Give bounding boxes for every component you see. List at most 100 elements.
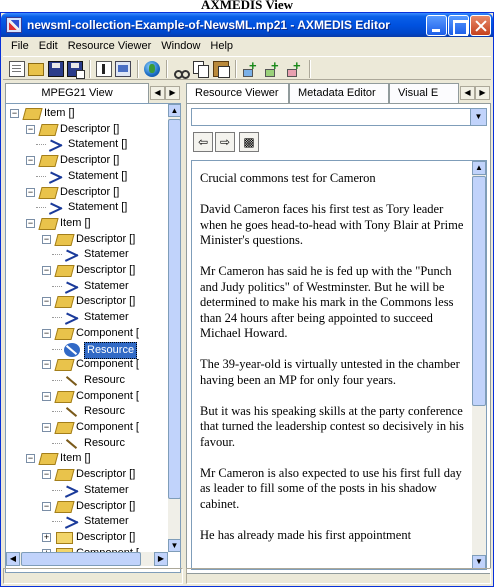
copy-icon[interactable]: [193, 61, 209, 78]
maximize-icon[interactable]: [448, 15, 469, 36]
tree-node[interactable]: − Descriptor []: [6, 153, 168, 169]
add-descriptor-icon[interactable]: [265, 58, 281, 77]
menu-file[interactable]: File: [3, 38, 34, 56]
app-icon[interactable]: [6, 17, 22, 33]
document-vertical-scrollbar[interactable]: ▲ ▼: [472, 161, 486, 569]
tree-node-label: Statement []: [68, 138, 128, 151]
chevron-down-icon[interactable]: ▼: [470, 109, 486, 125]
tree-horizontal-scrollbar[interactable]: ◀ ▶: [6, 552, 168, 566]
tab-mpeg21-view[interactable]: MPEG21 View: [5, 83, 149, 103]
tree-node[interactable]: Statemer: [6, 279, 168, 295]
tree-node[interactable]: Resourc: [6, 404, 168, 420]
save-icon[interactable]: [48, 61, 64, 77]
toolbar-separator: [137, 60, 139, 78]
collapse-icon[interactable]: −: [42, 234, 51, 244]
scroll-down-icon[interactable]: ▼: [472, 555, 486, 569]
tree-node[interactable]: Statement []: [6, 137, 168, 153]
collapse-icon[interactable]: −: [42, 360, 51, 370]
tab-scroll-right-icon[interactable]: ▶: [475, 86, 490, 100]
tree-node[interactable]: Resource: [6, 341, 168, 359]
tree-node[interactable]: − Component [: [6, 420, 168, 436]
tab-metadata-editor[interactable]: Metadata Editor: [289, 83, 389, 103]
tree-node[interactable]: Resourc: [6, 436, 168, 452]
scroll-down-icon[interactable]: ▼: [168, 539, 180, 552]
resource-icon: [64, 405, 80, 419]
collapse-icon[interactable]: −: [42, 328, 51, 338]
tree-vertical-scrollbar[interactable]: ▲ ▼: [168, 104, 180, 552]
tree-node[interactable]: + Descriptor []: [6, 530, 168, 546]
tree-node[interactable]: Statemer: [6, 483, 168, 499]
collapse-icon[interactable]: −: [26, 454, 35, 464]
resource-select[interactable]: ▼: [191, 108, 487, 126]
scroll-up-icon[interactable]: ▲: [168, 104, 180, 117]
tab-visual-editor[interactable]: Visual E: [389, 83, 459, 103]
tree-node[interactable]: Statement []: [6, 169, 168, 185]
add-component-icon[interactable]: [287, 58, 303, 77]
menu-edit[interactable]: Edit: [34, 38, 63, 56]
tree-node[interactable]: − Descriptor []: [6, 232, 168, 248]
add-item-icon[interactable]: [243, 58, 259, 77]
tree-node[interactable]: − Component [: [6, 357, 168, 373]
paste-icon[interactable]: [213, 61, 230, 78]
collapse-icon[interactable]: −: [42, 297, 51, 307]
menu-resource-viewer[interactable]: Resource Viewer: [63, 38, 157, 56]
collapse-icon[interactable]: −: [26, 156, 35, 166]
collapse-icon[interactable]: −: [26, 218, 35, 228]
collapse-icon[interactable]: −: [42, 391, 51, 401]
tab-scroll-left-icon[interactable]: ◀: [460, 86, 475, 100]
tree-node[interactable]: Statemer: [6, 310, 168, 326]
refresh-icon[interactable]: ▩: [239, 132, 259, 152]
tree-node[interactable]: Statemer: [6, 247, 168, 263]
title-bar[interactable]: newsml-collection-Example-of-NewsML.mp21…: [1, 13, 493, 37]
new-doc-icon[interactable]: [9, 61, 25, 77]
collapse-icon[interactable]: −: [42, 266, 51, 275]
tree-node[interactable]: Resourc: [6, 373, 168, 389]
tree-node[interactable]: − Component [: [6, 326, 168, 342]
save-as-icon[interactable]: [67, 61, 85, 79]
tree-connector: [52, 254, 62, 256]
minimize-icon[interactable]: [426, 15, 447, 36]
sheet-icon[interactable]: [115, 61, 131, 77]
tab-resource-viewer[interactable]: Resource Viewer: [186, 83, 289, 104]
tree-node[interactable]: Statemer: [6, 514, 168, 530]
expand-icon[interactable]: +: [42, 532, 51, 542]
tree-node[interactable]: − Descriptor []: [6, 263, 168, 279]
menu-help[interactable]: Help: [205, 38, 238, 56]
collapse-icon[interactable]: −: [10, 109, 19, 118]
tree-node[interactable]: − Item []: [6, 216, 168, 232]
tree-node[interactable]: − Item []: [6, 106, 168, 122]
tree-node[interactable]: Statement []: [6, 200, 168, 216]
scroll-thumb-horizontal[interactable]: [21, 552, 141, 566]
tab-scroll-left-icon[interactable]: ◀: [150, 86, 165, 100]
tree-connector: [52, 442, 62, 444]
tree-node[interactable]: − Component [: [6, 389, 168, 405]
cut-icon[interactable]: [173, 61, 190, 79]
tree-node[interactable]: − Descriptor []: [6, 467, 168, 483]
collapse-icon[interactable]: −: [42, 423, 51, 432]
globe-icon[interactable]: [144, 61, 160, 77]
collapse-icon[interactable]: −: [26, 124, 35, 134]
status-bar: [3, 568, 491, 584]
scroll-thumb[interactable]: [472, 176, 486, 406]
open-folder-icon[interactable]: [28, 63, 44, 76]
collapse-icon[interactable]: −: [42, 470, 51, 480]
forward-arrow-icon[interactable]: ⇨: [215, 132, 235, 152]
document-view[interactable]: Crucial commons test for Cameron David Ca…: [191, 160, 487, 570]
properties-icon[interactable]: [96, 61, 112, 77]
tab-scroll-right-icon[interactable]: ▶: [165, 86, 180, 100]
menu-window[interactable]: Window: [156, 38, 205, 56]
article-paragraph: He has already made his first appointmen…: [200, 527, 412, 542]
tree-node[interactable]: − Descriptor []: [6, 294, 168, 310]
close-icon[interactable]: [470, 15, 491, 36]
scroll-right-icon[interactable]: ▶: [154, 552, 168, 566]
tree-node[interactable]: − Descriptor []: [6, 122, 168, 138]
scroll-thumb[interactable]: [168, 119, 180, 499]
collapse-icon[interactable]: −: [26, 187, 35, 197]
collapse-icon[interactable]: −: [42, 501, 51, 511]
back-arrow-icon[interactable]: ⇦: [193, 132, 213, 152]
tree-node[interactable]: − Item []: [6, 451, 168, 467]
scroll-left-icon[interactable]: ◀: [6, 552, 20, 566]
tree-node[interactable]: − Descriptor []: [6, 185, 168, 201]
tree-node[interactable]: − Descriptor []: [6, 499, 168, 515]
scroll-up-icon[interactable]: ▲: [472, 161, 486, 175]
